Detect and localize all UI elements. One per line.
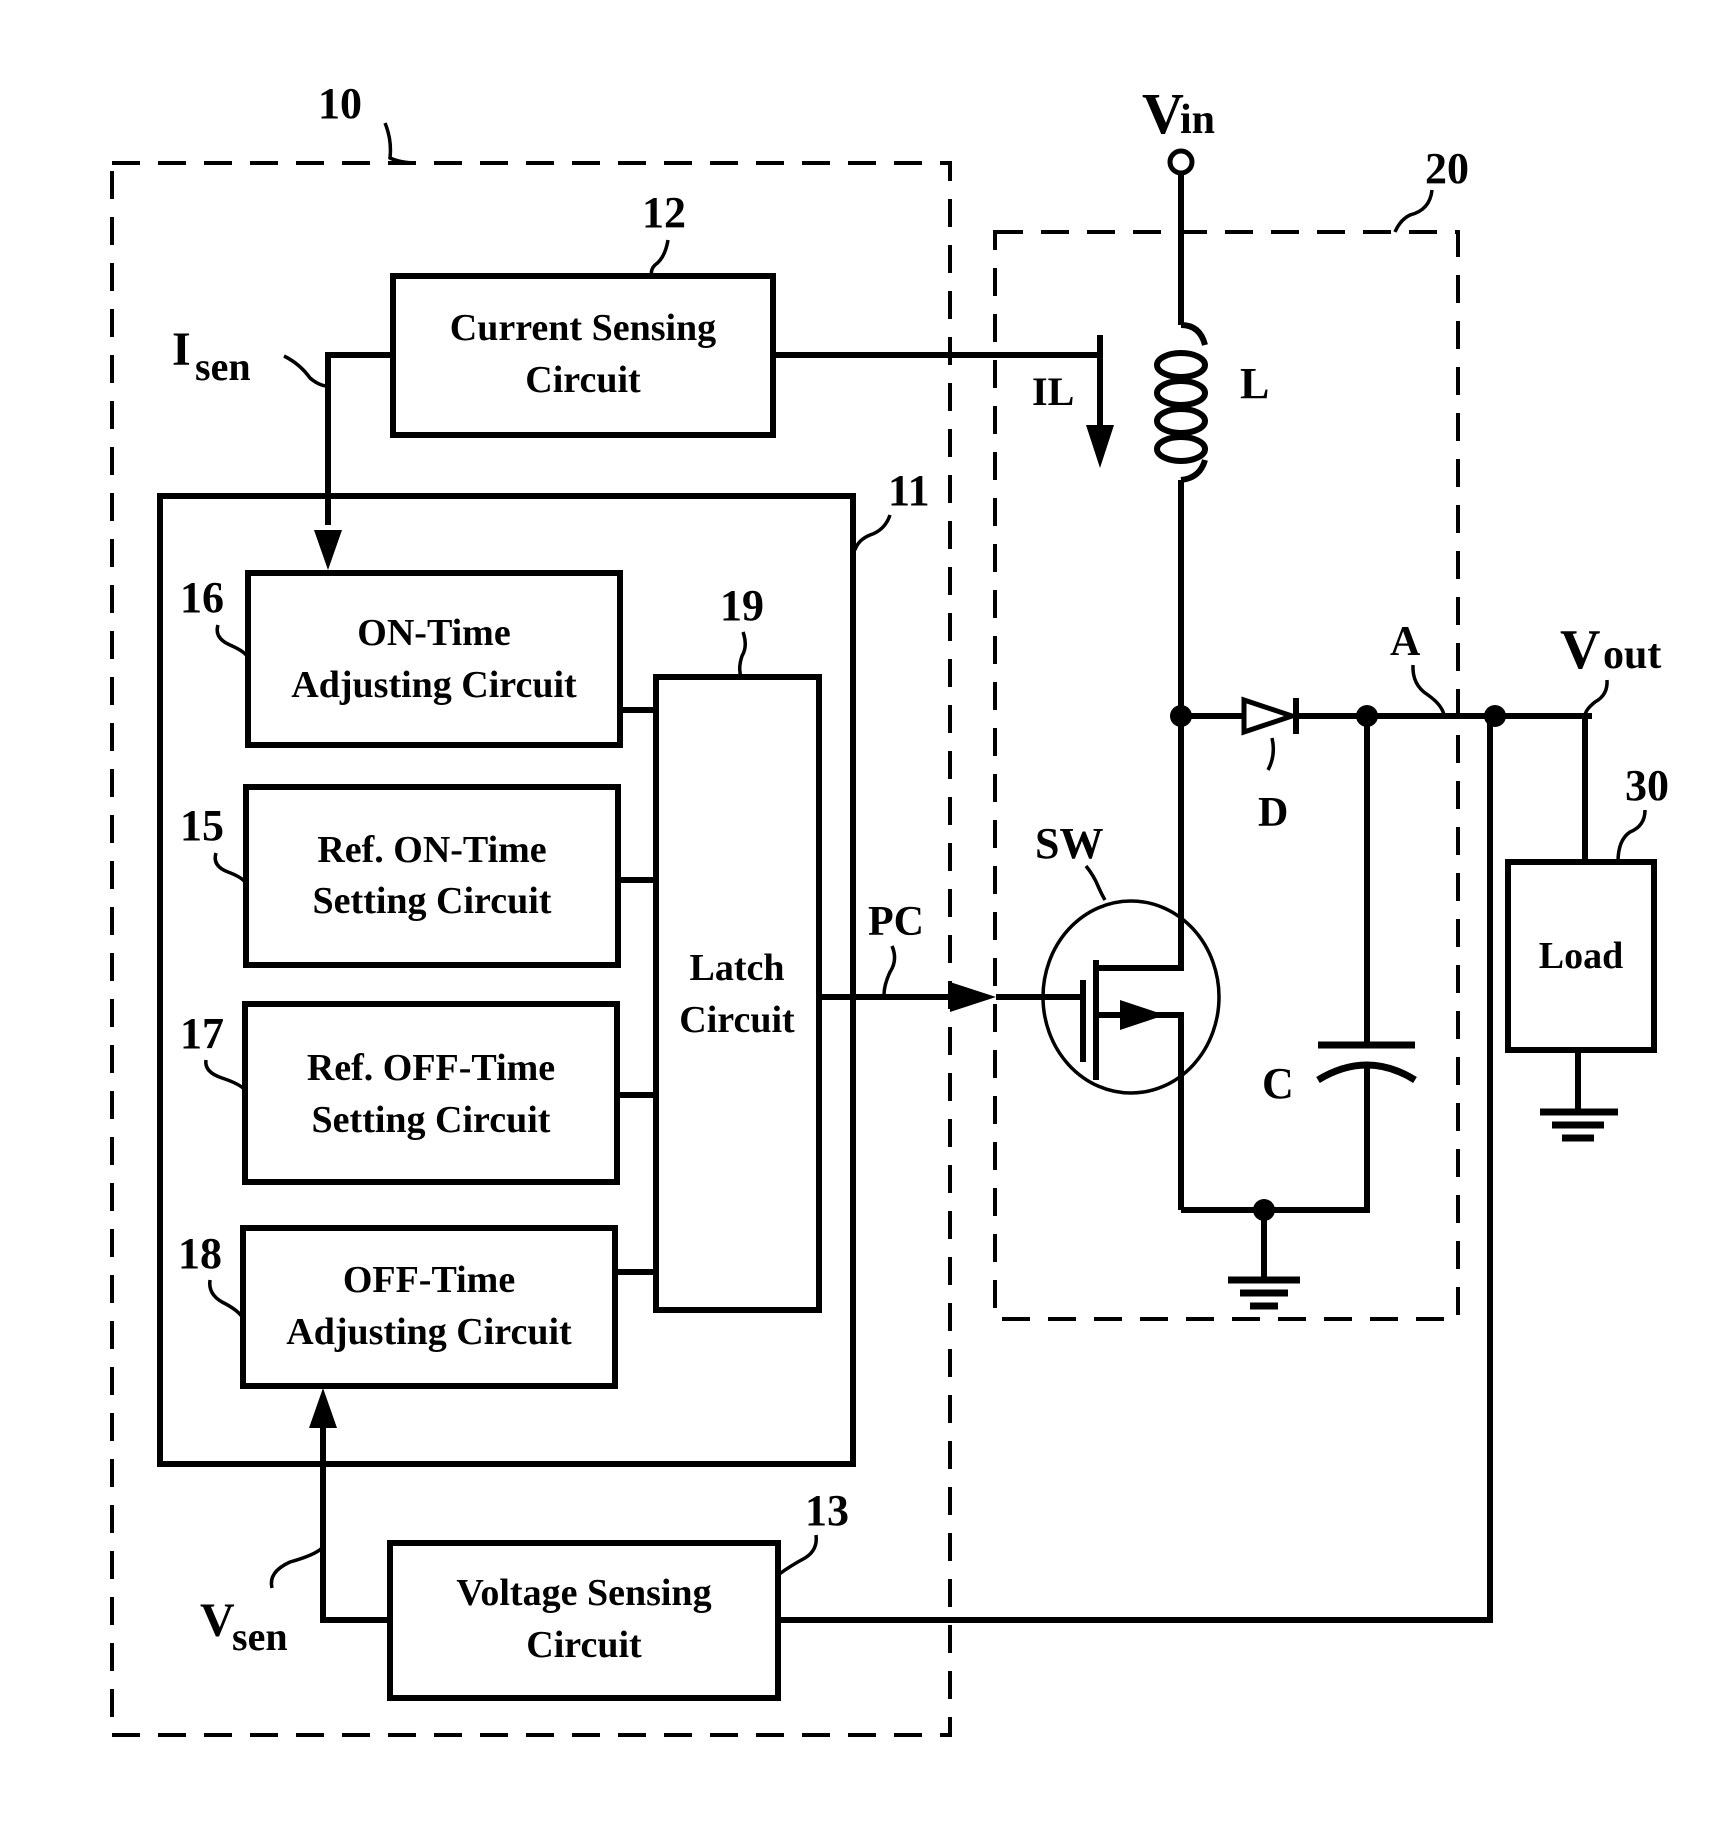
leader-load — [1616, 809, 1647, 863]
ref-load: 30 — [1625, 761, 1669, 810]
vin-terminal-icon — [1167, 148, 1195, 176]
inductor-icon — [1154, 322, 1208, 483]
latch-label-2: Circuit — [679, 999, 795, 1041]
drain-wire — [1096, 716, 1184, 971]
ref-off-time-adjusting: 18 — [178, 1229, 222, 1278]
leader-off-time-adjusting — [208, 1279, 245, 1319]
source-wire — [1096, 1012, 1184, 1210]
ref-off-time-block — [242, 1001, 620, 1185]
voltage-sensing-label-2: Circuit — [526, 1624, 642, 1666]
leader-controller — [383, 122, 413, 165]
ref-on-time-block — [243, 784, 621, 968]
leader-pc — [882, 945, 897, 996]
load-ground-icon — [1540, 1108, 1618, 1142]
voltage-sensing-label-1: Voltage Sensing — [456, 1572, 711, 1614]
leader-power-stage — [1393, 189, 1434, 233]
diode-icon — [1241, 696, 1300, 736]
ref-on-time-label-1: Ref. ON-Time — [317, 829, 546, 871]
ref-off-time-label-1: Ref. OFF-Time — [307, 1047, 555, 1089]
latch-block — [653, 674, 822, 1313]
voltage-sensing-block — [387, 1540, 781, 1701]
ref-timing-block: 11 — [888, 466, 930, 515]
ref-power-stage: 20 — [1425, 144, 1469, 193]
leader-vout — [1583, 679, 1609, 717]
isen-wire — [325, 352, 393, 525]
current-sensing-block — [390, 273, 776, 438]
ref-current-sensing: 12 — [642, 188, 686, 237]
off-time-adjusting-label-1: OFF-Time — [343, 1259, 515, 1301]
ref-latch: 19 — [720, 581, 764, 630]
pc-label: PC — [868, 899, 924, 945]
load-label: Load — [1539, 935, 1623, 977]
vout-label-sub: out — [1603, 632, 1661, 678]
leader-timing-block — [853, 514, 892, 551]
vsen-label: V — [200, 1594, 235, 1647]
isen-arrow-icon — [314, 530, 342, 570]
leader-ref-on-time — [213, 852, 248, 885]
vsen-label-sub: sen — [232, 1614, 288, 1659]
on-time-adjusting-label-2: Adjusting Circuit — [291, 664, 577, 706]
ref-on-time-adjusting: 16 — [180, 573, 224, 622]
leader-ref-off-time — [204, 1059, 247, 1092]
ref-controller: 10 — [318, 79, 362, 128]
off-time-adjusting-label-2: Adjusting Circuit — [286, 1311, 572, 1353]
vsen-wire — [320, 1425, 390, 1623]
ground-icon — [1228, 1276, 1300, 1310]
ref-off-time-label-2: Setting Circuit — [312, 1099, 551, 1141]
leader-vsen — [269, 1546, 324, 1589]
leader-on-time-adjusting — [215, 624, 250, 659]
ref-voltage-sensing: 13 — [805, 1486, 849, 1535]
node-a-label: A — [1390, 619, 1421, 665]
current-sensing-label-2: Circuit — [525, 359, 641, 401]
leader-current-sensing — [649, 239, 670, 277]
leader-diode — [1266, 737, 1276, 771]
switch-label: SW — [1035, 819, 1103, 868]
current-sensing-label-1: Current Sensing — [450, 307, 716, 349]
leader-isen — [283, 354, 327, 388]
ref-ref-on-time: 15 — [180, 801, 224, 850]
vin-label-sub: in — [1180, 97, 1215, 143]
capacitor-label: C — [1262, 1059, 1294, 1108]
leader-node-a — [1411, 664, 1446, 716]
inductor-label: L — [1240, 359, 1269, 408]
leader-voltage-sensing — [776, 1534, 819, 1577]
ref-ref-off-time: 17 — [180, 1009, 224, 1058]
leader-latch — [737, 631, 747, 678]
il-label: IL — [1032, 369, 1074, 414]
leader-switch — [1084, 864, 1107, 901]
isen-label: I — [172, 323, 191, 376]
feedback-node-dot — [1484, 705, 1506, 727]
on-time-adjusting-label-1: ON-Time — [357, 612, 510, 654]
pc-arrow-icon — [950, 982, 996, 1012]
ref-on-time-label-2: Setting Circuit — [313, 880, 552, 922]
vsen-arrow-icon — [309, 1388, 337, 1428]
off-time-adjusting-block — [240, 1225, 618, 1389]
il-arrow-icon — [1086, 425, 1114, 468]
source-arrow-icon — [1120, 1000, 1165, 1030]
vin-label: V — [1142, 81, 1184, 146]
diode-label: D — [1258, 790, 1288, 836]
isen-label-sub: sen — [195, 344, 251, 389]
on-time-adjusting-block — [245, 570, 623, 748]
circuit-diagram: 10 20 Current Sensing Circuit 12 I sen I… — [110, 79, 1669, 1737]
latch-label-1: Latch — [690, 947, 785, 989]
vout-label: V — [1560, 619, 1600, 681]
voltage-feedback-wire — [778, 716, 1493, 1623]
